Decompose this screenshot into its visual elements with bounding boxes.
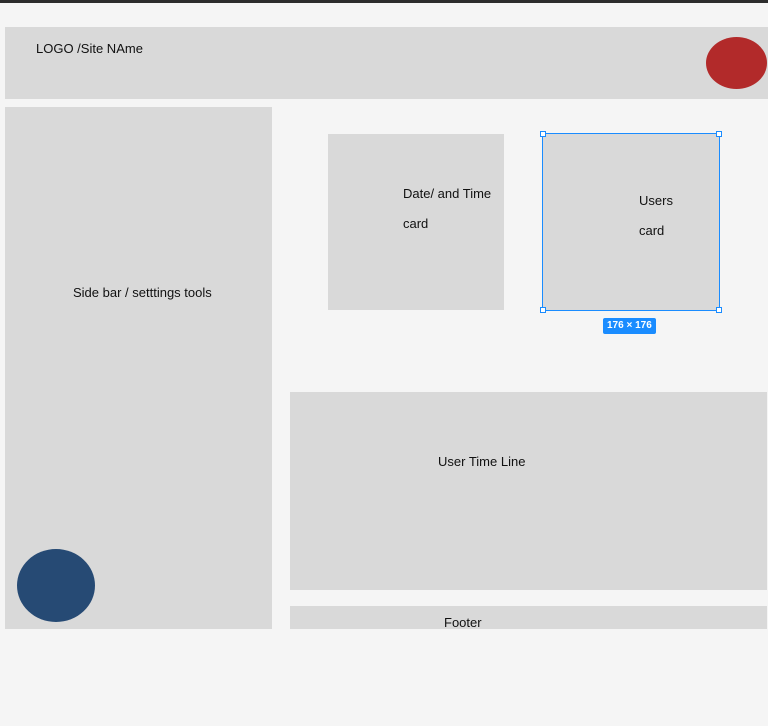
date-card-label-line1: Date/ and Time (403, 186, 492, 201)
users-card-label-line1: Users (639, 193, 673, 208)
users-card[interactable]: Users card (543, 134, 719, 310)
top-strip (0, 0, 768, 3)
resize-handle-bottom-right[interactable] (716, 307, 722, 313)
logo-site-name: LOGO /Site NAme (36, 41, 143, 56)
date-time-card[interactable]: Date/ and Time card (328, 134, 504, 310)
resize-handle-top-left[interactable] (540, 131, 546, 137)
resize-handle-top-right[interactable] (716, 131, 722, 137)
users-card-label-line2: card (639, 223, 665, 238)
selection-size-badge: 176 × 176 (603, 318, 656, 334)
footer-block[interactable]: Footer (290, 606, 767, 629)
avatar-circle-red[interactable] (706, 37, 767, 89)
wireframe-canvas: LOGO /Site NAme Side bar / setttings too… (0, 0, 768, 726)
header-block[interactable]: LOGO /Site NAme (5, 27, 768, 99)
footer-label: Footer (444, 615, 482, 630)
sidebar-circle-blue[interactable] (17, 549, 95, 622)
user-timeline-block[interactable]: User Time Line (290, 392, 767, 590)
sidebar-label: Side bar / setttings tools (73, 285, 212, 300)
timeline-label: User Time Line (438, 454, 526, 469)
date-card-label-line2: card (403, 216, 429, 231)
resize-handle-bottom-left[interactable] (540, 307, 546, 313)
